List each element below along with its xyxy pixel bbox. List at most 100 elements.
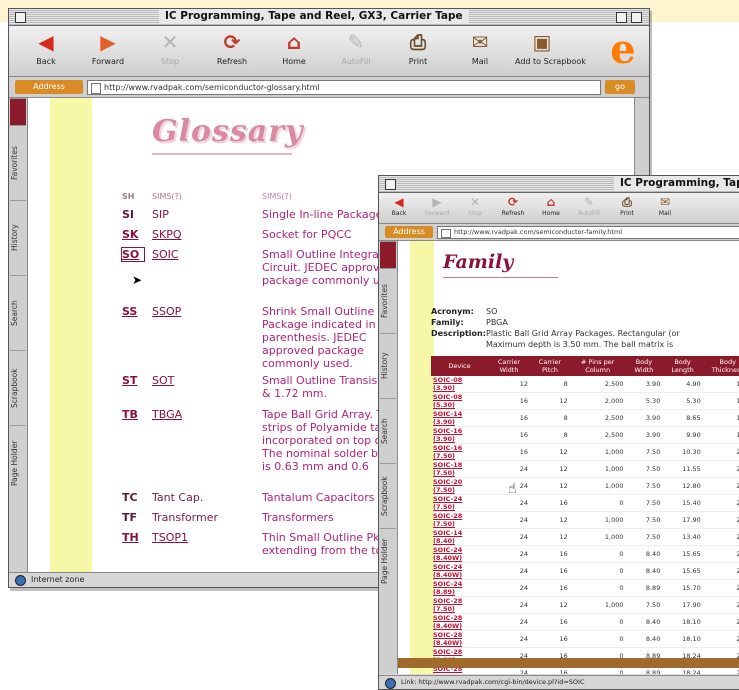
- status-text: Internet zone: [31, 575, 85, 584]
- table-cell: 1.65: [702, 376, 739, 393]
- glossary-package[interactable]: SOT: [152, 374, 232, 387]
- toolbar-forward-button[interactable]: ▶ Forward: [419, 194, 455, 217]
- glossary-package[interactable]: SOIC: [152, 248, 232, 261]
- explorer-bar-handle[interactable]: [380, 241, 396, 268]
- toolbar-stop-button[interactable]: ✕ Stop: [143, 29, 197, 66]
- toolbar-forward-button[interactable]: ▶ Forward: [81, 29, 135, 66]
- table-row: SOIC-16 (3.90)1682,5003.909.901.651: [431, 426, 739, 444]
- table-cell: 16: [530, 579, 570, 597]
- toolbar-back-button[interactable]: ◀ Back: [19, 29, 73, 66]
- glossary-package[interactable]: TBGA: [152, 408, 232, 421]
- table-cell: 8.40: [625, 562, 663, 580]
- url-field[interactable]: http://www.rvadpak.com/semiconductor-glo…: [87, 80, 601, 95]
- device-link[interactable]: SOIC-28 (7.50): [431, 511, 488, 529]
- table-cell: 1.65: [702, 426, 739, 444]
- sidebar-tab-scrapbook[interactable]: Scrapbook: [10, 350, 26, 425]
- toolbar-stop-button[interactable]: ✕ Stop: [457, 194, 493, 217]
- family-info-row: Family: PBGA: [431, 317, 508, 328]
- glossary-package[interactable]: SSOP: [152, 305, 232, 318]
- toolbar-home-button[interactable]: ⌂ Home: [267, 29, 321, 66]
- table-cell: 24: [487, 613, 531, 631]
- toolbar-button-label: Mail: [471, 57, 489, 66]
- toolbar-button-label: Add to Scrapbook: [515, 57, 586, 66]
- refresh-icon: ⟳: [507, 195, 519, 209]
- table-cell: 1.85: [702, 392, 739, 410]
- sidebar-tab-scrapbook[interactable]: Scrapbook: [380, 463, 396, 528]
- device-link[interactable]: SOIC-24 (8.40W): [431, 545, 488, 563]
- toolbar-button-label: Home: [542, 210, 560, 217]
- table-cell: 15.40: [662, 494, 703, 512]
- table-cell: 8.40: [625, 545, 663, 563]
- table-cell: 16: [530, 613, 570, 631]
- device-link[interactable]: SOIC-08 (5.30): [431, 392, 488, 410]
- close-box-icon[interactable]: [15, 12, 26, 23]
- collapse-box-icon[interactable]: [631, 12, 642, 23]
- home-icon: ⌂: [546, 195, 556, 209]
- url-field[interactable]: http://www.rvadpak.com/semiconductor-fam…: [437, 226, 739, 239]
- table-cell: 2.35: [702, 443, 739, 461]
- sidebar-tab-favorites[interactable]: Favorites: [10, 125, 26, 200]
- sidebar-tab-history[interactable]: History: [10, 200, 26, 275]
- toolbar-refresh-button[interactable]: ⟳ Refresh: [205, 29, 259, 66]
- title-bar[interactable]: IC Programming, Tape and Reel, GX3, Carr…: [9, 9, 649, 26]
- close-box-icon[interactable]: [385, 179, 396, 190]
- go-button[interactable]: go: [605, 80, 635, 94]
- toolbar-button-label: Home: [282, 57, 306, 66]
- sidebar-tab-search[interactable]: Search: [380, 398, 396, 463]
- sidebar-tab-page-holder[interactable]: Page Holder: [10, 425, 26, 500]
- glossary-code[interactable]: SS: [122, 305, 144, 318]
- sidebar-tab-page-holder[interactable]: Page Holder: [380, 528, 396, 593]
- toolbar-refresh-button[interactable]: ⟳ Refresh: [495, 194, 531, 217]
- device-link[interactable]: SOIC-08 (3.90): [431, 376, 488, 393]
- glossary-code[interactable]: TB: [122, 408, 144, 421]
- glossary-code[interactable]: ST: [122, 374, 144, 387]
- device-link[interactable]: SOIC-16 (7.50): [431, 443, 488, 461]
- glossary-package[interactable]: TSOP1: [152, 531, 232, 544]
- window-title: IC Programming, Tape and Reel, GX3, Carr…: [159, 10, 469, 23]
- title-bar[interactable]: IC Programming, Tape and Reel, GX3, Carr…: [379, 176, 739, 193]
- device-link[interactable]: SOIC-14 (3.90): [431, 409, 488, 427]
- table-cell: 16: [530, 545, 570, 563]
- glossary-package: Tant Cap.: [152, 491, 204, 504]
- table-cell: 2.50: [702, 528, 739, 546]
- table-cell: 24: [487, 630, 531, 648]
- table-row: SOIC-28 (7.50)24121,0007.5017.902.351: [431, 596, 739, 614]
- status-text: Link: http://www.rvadpak.com/cgi-bin/dev…: [401, 678, 585, 686]
- toolbar-button-label: Forward: [91, 57, 125, 66]
- device-link[interactable]: SOIC-28 (7.50): [431, 596, 488, 614]
- browser-window-front[interactable]: IC Programming, Tape and Reel, GX3, Carr…: [378, 175, 739, 690]
- toolbar-add-to-scrapbook-button[interactable]: ▣ Add to Scrapbook: [515, 29, 586, 66]
- sidebar-tab-history[interactable]: History: [380, 333, 396, 398]
- table-row: SOIC-20 (7.50)24121,0007.5012.802.351: [431, 477, 739, 495]
- device-link[interactable]: SOIC-20 (7.50): [431, 477, 488, 495]
- toolbar-autofill-button[interactable]: ✎ AutoFill: [571, 194, 607, 217]
- device-link[interactable]: SOIC-24 (8.40W): [431, 562, 488, 580]
- table-cell: 24: [487, 596, 531, 614]
- device-link[interactable]: SOIC-18 (7.50): [431, 460, 488, 478]
- device-link[interactable]: SOIC-14 (8.40): [431, 528, 488, 546]
- toolbar-back-button[interactable]: ◀ Back: [381, 194, 417, 217]
- toolbar-mail-button[interactable]: ✉ Mail: [647, 194, 683, 217]
- glossary-code[interactable]: SO: [121, 247, 145, 262]
- url-text: http://www.rvadpak.com/semiconductor-glo…: [104, 83, 320, 92]
- toolbar-print-button[interactable]: ⎙ Print: [391, 29, 445, 66]
- device-link[interactable]: SOIC-24 (8.89): [431, 579, 488, 597]
- zoom-box-icon[interactable]: [616, 12, 627, 23]
- toolbar-print-button[interactable]: ⎙ Print: [609, 194, 645, 217]
- glossary-code[interactable]: TH: [122, 531, 144, 544]
- toolbar-home-button[interactable]: ⌂ Home: [533, 194, 569, 217]
- glossary-code[interactable]: SK: [122, 228, 144, 241]
- sidebar-tab-search[interactable]: Search: [10, 275, 26, 350]
- device-link[interactable]: SOIC-28 (8.40W): [431, 630, 488, 648]
- table-cell: 2.50: [702, 545, 739, 563]
- device-link[interactable]: SOIC-28 (8.40W): [431, 613, 488, 631]
- table-cell: 15.65: [662, 545, 703, 563]
- toolbar-mail-button[interactable]: ✉ Mail: [453, 29, 507, 66]
- table-cell: 8.40: [625, 630, 663, 648]
- glossary-package[interactable]: SKPQ: [152, 228, 232, 241]
- toolbar-autofill-button[interactable]: ✎ AutoFill: [329, 29, 383, 66]
- sidebar-tab-favorites[interactable]: Favorites: [380, 268, 396, 333]
- device-link[interactable]: SOIC-16 (3.90): [431, 426, 488, 444]
- device-link[interactable]: SOIC-24 (7.50): [431, 494, 488, 512]
- explorer-bar-handle[interactable]: [10, 98, 26, 125]
